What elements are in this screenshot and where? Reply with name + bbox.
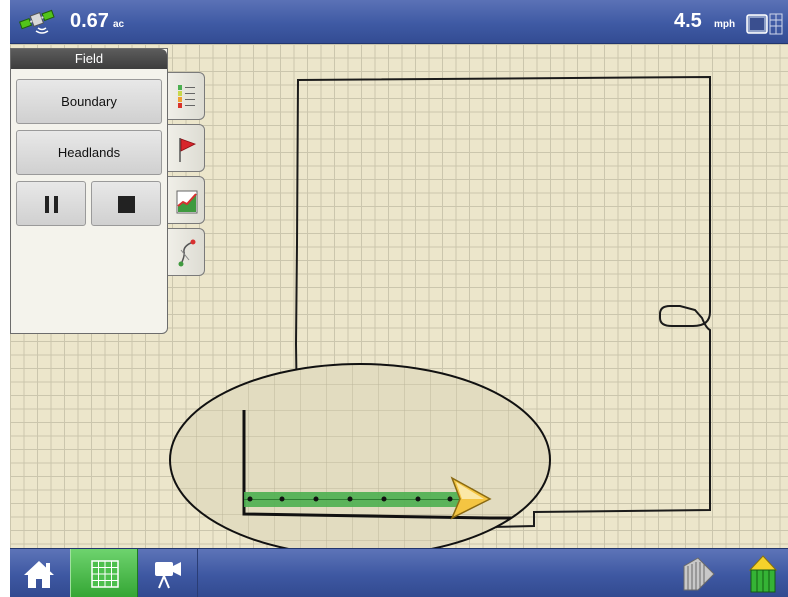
map-grid-icon bbox=[91, 560, 119, 588]
coverage-chart-icon bbox=[176, 190, 198, 214]
speed-unit: mph bbox=[714, 19, 736, 30]
status-bar: 0.67 ac 4.5 mph bbox=[10, 0, 788, 44]
home-button[interactable] bbox=[10, 549, 68, 597]
stop-icon bbox=[118, 196, 135, 213]
video-camera-icon bbox=[155, 562, 181, 589]
implement-icon bbox=[683, 557, 715, 591]
camera-button[interactable] bbox=[140, 549, 198, 597]
vehicle-icon bbox=[748, 555, 778, 593]
flag-icon bbox=[179, 138, 197, 162]
area-value: 0.67 bbox=[70, 10, 109, 32]
display-layout-icon[interactable] bbox=[745, 12, 785, 36]
magnifier-lens bbox=[169, 363, 551, 548]
guidance-line-icon bbox=[178, 239, 196, 267]
gps-satellite-icon[interactable] bbox=[18, 6, 56, 38]
tab-flags[interactable] bbox=[168, 124, 205, 172]
legend-list-icon bbox=[178, 85, 195, 108]
area-unit: ac bbox=[113, 19, 125, 30]
stop-button[interactable] bbox=[91, 181, 161, 226]
pause-button[interactable] bbox=[16, 181, 86, 226]
app-screen: 0.67 ac 4.5 mph Field Boundary Headlands bbox=[0, 0, 788, 597]
vehicle-button[interactable] bbox=[740, 549, 788, 597]
tab-legend[interactable] bbox=[168, 72, 205, 120]
speed-value: 4.5 bbox=[674, 10, 702, 32]
headlands-button[interactable]: Headlands bbox=[16, 130, 162, 175]
tab-coverage[interactable] bbox=[168, 176, 205, 224]
boundary-button[interactable]: Boundary bbox=[16, 79, 162, 124]
tab-guidance[interactable] bbox=[168, 228, 205, 276]
map-button[interactable] bbox=[70, 549, 138, 597]
field-panel: Field Boundary Headlands bbox=[10, 48, 168, 334]
implement-button[interactable] bbox=[676, 549, 722, 597]
home-icon bbox=[24, 561, 54, 588]
panel-title: Field bbox=[11, 49, 167, 69]
bottom-nav bbox=[10, 548, 788, 597]
